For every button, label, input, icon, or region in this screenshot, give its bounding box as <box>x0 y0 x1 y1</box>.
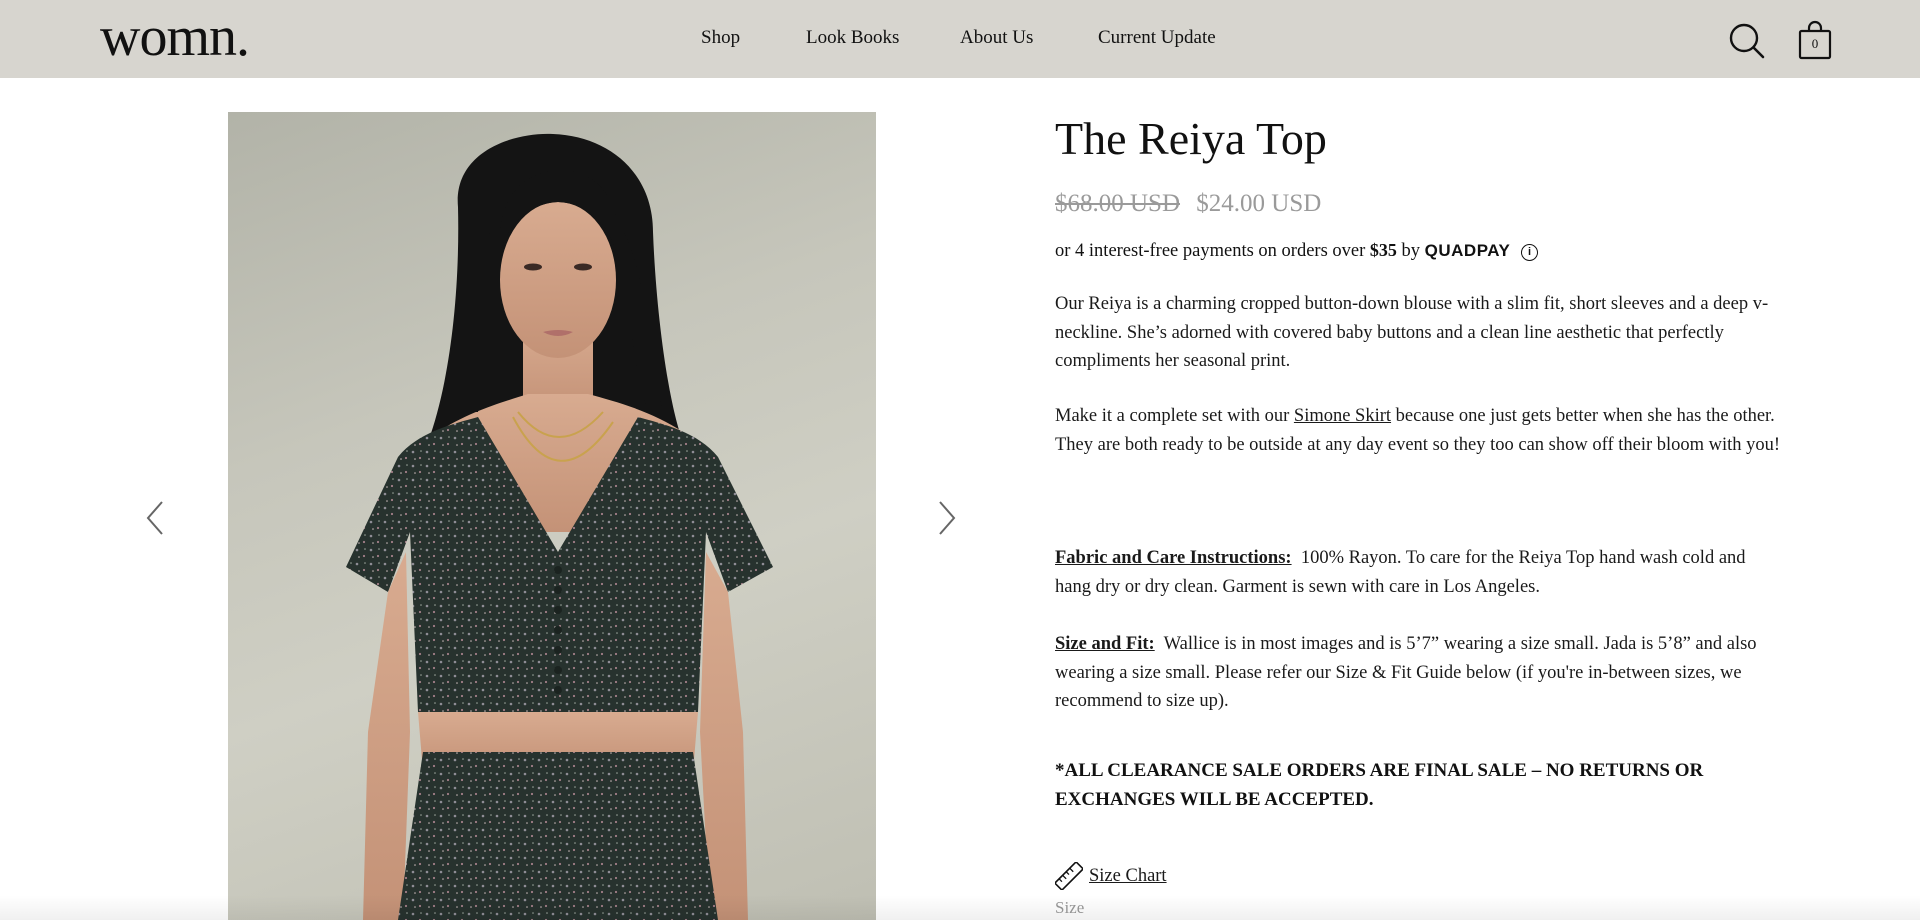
search-icon[interactable] <box>1728 22 1766 60</box>
main-nav: Shop Look Books About Us Current Update <box>0 0 1920 78</box>
model-photo <box>346 133 773 920</box>
sale-price: $24.00 USD <box>1196 190 1322 217</box>
installments-by: by <box>1401 241 1421 261</box>
size-chart-link[interactable]: Size Chart <box>1055 862 1167 890</box>
product-image <box>228 112 876 920</box>
chevron-right-icon[interactable] <box>932 496 962 540</box>
nav-shop[interactable]: Shop <box>701 26 740 50</box>
size-selector-label: Size <box>1055 898 1085 917</box>
nav-about-us[interactable]: About Us <box>960 26 1033 50</box>
product-gallery <box>0 78 1000 920</box>
installments-threshold: $35 <box>1369 240 1397 260</box>
fabric-care-heading: Fabric and Care Instructions: <box>1055 548 1292 568</box>
info-icon[interactable]: i <box>1520 244 1538 261</box>
set-text-before: Make it a complete set with our <box>1055 406 1290 426</box>
ruler-icon <box>1055 862 1083 890</box>
price-row: $68.00 USD $24.00 USD <box>1055 190 1321 218</box>
final-sale-notice: *ALL CLEARANCE SALE ORDERS ARE FINAL SAL… <box>1055 760 1704 810</box>
size-fit: Size and Fit: Wallice is in most images … <box>1055 630 1785 716</box>
nav-current-update[interactable]: Current Update <box>1098 26 1216 50</box>
installment-payments: or 4 interest-free payments on orders ov… <box>1055 238 1538 263</box>
product-description: Our Reiya is a charming cropped button-d… <box>1055 294 1769 371</box>
installments-text: or 4 interest-free payments on orders ov… <box>1055 241 1366 261</box>
simone-skirt-link[interactable]: Simone Skirt <box>1294 406 1391 426</box>
cart-count: 0 <box>1811 36 1819 51</box>
size-fit-heading: Size and Fit: <box>1055 634 1155 654</box>
size-chart-label[interactable]: Size Chart <box>1089 866 1167 887</box>
set-suggestion: Make it a complete set with our Simone S… <box>1055 402 1785 459</box>
quadpay-logo: QUADPAY <box>1424 241 1511 260</box>
original-price: $68.00 USD <box>1055 190 1181 217</box>
nav-look-books[interactable]: Look Books <box>806 26 899 50</box>
site-header: womn. Shop Look Books About Us Current U… <box>0 0 1920 78</box>
size-fit-text: Wallice is in most images and is 5’7” we… <box>1055 634 1757 711</box>
chevron-left-icon[interactable] <box>140 496 170 540</box>
fabric-care: Fabric and Care Instructions: 100% Rayon… <box>1055 544 1785 601</box>
product-title: The Reiya Top <box>1055 113 1327 164</box>
